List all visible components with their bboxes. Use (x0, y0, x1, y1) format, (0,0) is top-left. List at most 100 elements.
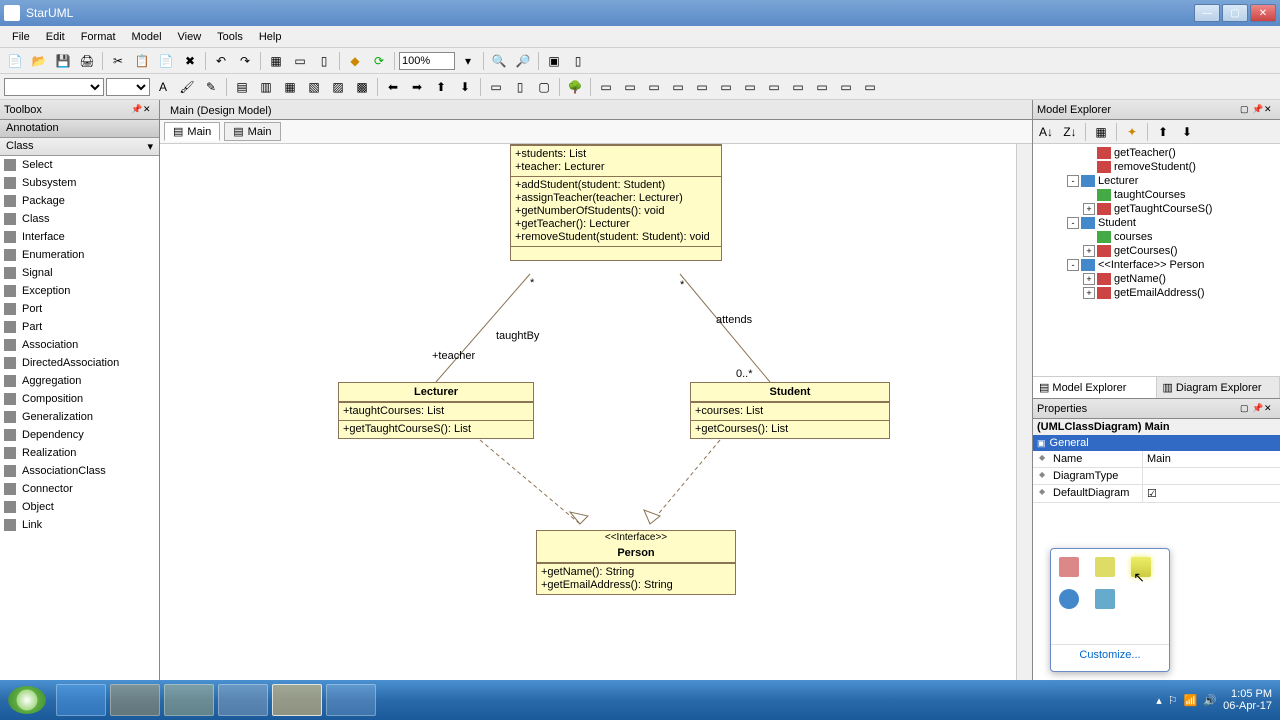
misc-12[interactable]: ▭ (859, 76, 881, 98)
cut-button[interactable]: ✂ (107, 50, 129, 72)
misc-2[interactable]: ▭ (619, 76, 641, 98)
misc-3[interactable]: ▭ (643, 76, 665, 98)
toolbox-item-exception[interactable]: Exception (0, 282, 159, 300)
menu-format[interactable]: Format (73, 29, 124, 45)
tray-volume-icon[interactable] (1059, 557, 1079, 577)
tree-node[interactable]: -Lecturer (1035, 174, 1278, 188)
maximize-button[interactable]: ▢ (1222, 4, 1248, 22)
toolbox-item-enumeration[interactable]: Enumeration (0, 246, 159, 264)
tray-icon-4[interactable] (1059, 589, 1079, 609)
misc-6[interactable]: ▭ (715, 76, 737, 98)
toolbox-item-object[interactable]: Object (0, 498, 159, 516)
size-select[interactable] (106, 78, 150, 96)
nav-1[interactable]: ⬅ (382, 76, 404, 98)
misc-9[interactable]: ▭ (787, 76, 809, 98)
menu-tools[interactable]: Tools (209, 29, 251, 45)
toolbox-item-realization[interactable]: Realization (0, 444, 159, 462)
pin-icon[interactable]: 📌 (1252, 403, 1264, 415)
tree-icon[interactable]: 🌳 (564, 76, 586, 98)
task-other[interactable] (326, 684, 376, 716)
close-panel-icon[interactable]: ✕ (1264, 104, 1276, 116)
zoom-input[interactable] (399, 52, 455, 70)
property-row[interactable]: NameMain (1033, 451, 1280, 468)
menu-view[interactable]: View (170, 29, 210, 45)
open-button[interactable]: 📂 (28, 50, 50, 72)
tree-expander[interactable]: + (1083, 245, 1095, 257)
toolbox-item-dependency[interactable]: Dependency (0, 426, 159, 444)
font-select[interactable] (4, 78, 104, 96)
font-color-button[interactable]: A (152, 76, 174, 98)
fit-button[interactable]: ▣ (543, 50, 565, 72)
uml-class-course[interactable]: +students: List+teacher: Lecturer +addSt… (510, 144, 722, 261)
start-button[interactable] (8, 686, 46, 714)
sort-az-button[interactable]: A↓ (1035, 121, 1057, 143)
align-5[interactable]: ▨ (327, 76, 349, 98)
uml-class-lecturer[interactable]: Lecturer +taughtCourses: List +getTaught… (338, 382, 534, 439)
toolbox-section-class[interactable]: Class▾ (0, 138, 159, 156)
tab-model-explorer[interactable]: ▤ Model Explorer (1033, 377, 1157, 398)
tray-flag-icon[interactable]: ⚐ (1168, 694, 1178, 707)
sort-za-button[interactable]: Z↓ (1059, 121, 1081, 143)
misc-1[interactable]: ▭ (595, 76, 617, 98)
misc-5[interactable]: ▭ (691, 76, 713, 98)
grid-button[interactable]: ▦ (265, 50, 287, 72)
pin-icon[interactable]: ▢ (1240, 403, 1252, 415)
layout-2[interactable]: ▯ (509, 76, 531, 98)
color-button[interactable]: ◆ (344, 50, 366, 72)
toolbox-section-annotation[interactable]: Annotation (0, 120, 159, 138)
toolbox-item-association[interactable]: Association (0, 336, 159, 354)
misc-7[interactable]: ▭ (739, 76, 761, 98)
misc-11[interactable]: ▭ (835, 76, 857, 98)
copy-button[interactable]: 📋 (131, 50, 153, 72)
toolbox-item-connector[interactable]: Connector (0, 480, 159, 498)
toolbox-item-select[interactable]: Select (0, 156, 159, 174)
toolbox-item-associationclass[interactable]: AssociationClass (0, 462, 159, 480)
tray-chevron-up-icon[interactable]: ▴ (1156, 694, 1162, 707)
tree-expander[interactable]: - (1067, 175, 1079, 187)
zoom-dropdown[interactable]: ▾ (457, 50, 479, 72)
toolbox-item-link[interactable]: Link (0, 516, 159, 534)
menu-model[interactable]: Model (124, 29, 170, 45)
align-1[interactable]: ▤ (231, 76, 253, 98)
task-ie[interactable] (56, 684, 106, 716)
tree-node[interactable]: +getCourses() (1035, 244, 1278, 258)
pin-icon[interactable]: 📌 (131, 104, 143, 116)
misc-4[interactable]: ▭ (667, 76, 689, 98)
tree-node[interactable]: +getEmailAddress() (1035, 286, 1278, 300)
close-panel-icon[interactable]: ✕ (1264, 403, 1276, 415)
nav-button[interactable]: ✦ (1121, 121, 1143, 143)
zoomin-button[interactable]: 🔎 (512, 50, 534, 72)
diagram-canvas[interactable]: +students: List+teacher: Lecturer +addSt… (160, 144, 1032, 698)
tree-node[interactable]: +getTaughtCourseS() (1035, 202, 1278, 216)
refresh-button[interactable]: ⟳ (368, 50, 390, 72)
task-explorer[interactable] (164, 684, 214, 716)
tray-network-icon[interactable]: 📶 (1184, 694, 1198, 707)
uml-interface-person[interactable]: <<Interface>> Person +getName(): String+… (536, 530, 736, 595)
print-button[interactable]: 🖨 (76, 50, 98, 72)
properties-group-general[interactable]: General (1033, 435, 1280, 451)
task-staruml[interactable] (272, 684, 322, 716)
new-button[interactable]: 📄 (4, 50, 26, 72)
align-6[interactable]: ▩ (351, 76, 373, 98)
tab-main-2[interactable]: ▤Main (224, 122, 280, 141)
menu-help[interactable]: Help (251, 29, 290, 45)
toolbox-item-class[interactable]: Class (0, 210, 159, 228)
tab-diagram-explorer[interactable]: ▥ Diagram Explorer (1157, 377, 1280, 398)
uml-class-student[interactable]: Student +courses: List +getCourses(): Li… (690, 382, 890, 439)
tree-node[interactable]: -<<Interface>> Person (1035, 258, 1278, 272)
misc-10[interactable]: ▭ (811, 76, 833, 98)
minimize-button[interactable]: — (1194, 4, 1220, 22)
nav-3[interactable]: ⬆ (430, 76, 452, 98)
tree-expander[interactable]: - (1067, 259, 1079, 271)
misc-8[interactable]: ▭ (763, 76, 785, 98)
toolbox-item-directedassociation[interactable]: DirectedAssociation (0, 354, 159, 372)
toolbox-item-aggregation[interactable]: Aggregation (0, 372, 159, 390)
tree-expander[interactable]: - (1067, 217, 1079, 229)
toolbox-item-package[interactable]: Package (0, 192, 159, 210)
tray-icon-5[interactable] (1095, 589, 1115, 609)
fill-color-button[interactable]: 🖌 (176, 76, 198, 98)
undo-button[interactable]: ↶ (210, 50, 232, 72)
layout-3[interactable]: ▢ (533, 76, 555, 98)
toolbox-item-signal[interactable]: Signal (0, 264, 159, 282)
align-4[interactable]: ▧ (303, 76, 325, 98)
